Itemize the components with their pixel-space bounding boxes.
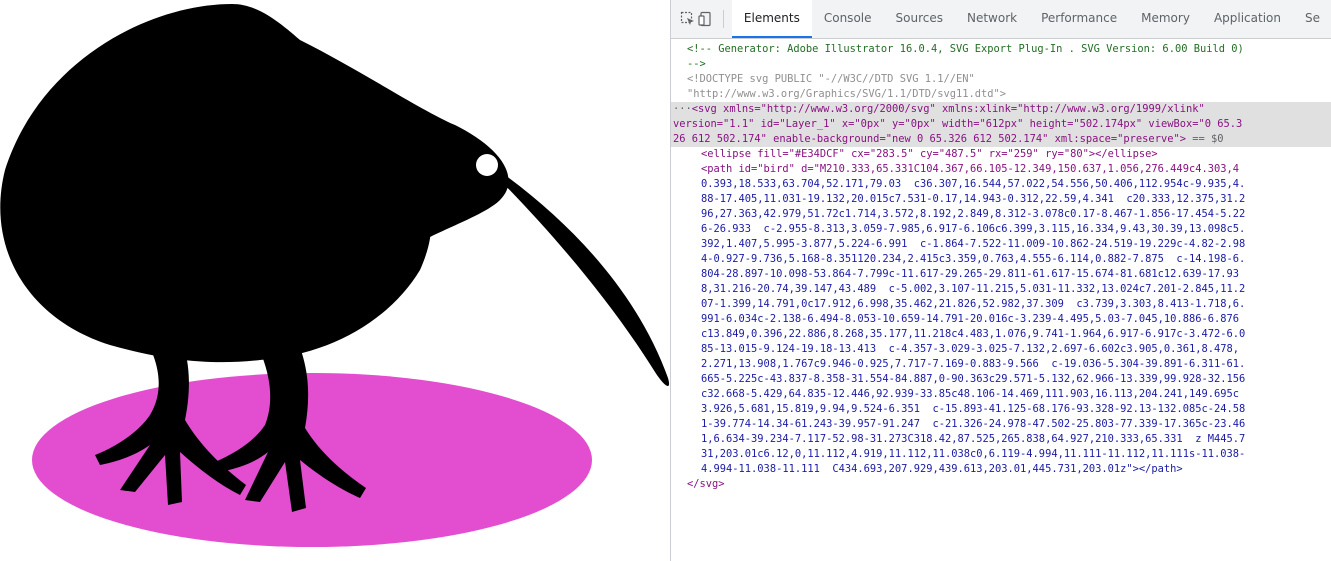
path-line: 3.926,5.681,15.819,9.94,9.524-6.351 c-15… [701,403,1246,415]
tab-network[interactable]: Network [955,0,1029,38]
tab-security-truncated[interactable]: Se [1293,0,1331,38]
dom-svg-close-tag[interactable]: </svg> [671,477,1331,492]
kiwi-body [0,4,432,363]
tab-memory[interactable]: Memory [1129,0,1202,38]
path-line: <path id="bird" d="M210.333,65.331C104.3… [701,163,1239,175]
dom-svg-node-selected[interactable]: ···<svg xmlns="http://www.w3.org/2000/sv… [671,102,1331,147]
dom-path-node[interactable]: <path id="bird" d="M210.333,65.331C104.3… [671,162,1331,477]
svg-preview-pane [0,0,670,561]
dom-ellipse-node[interactable]: <ellipse fill="#E34DCF" cx="283.5" cy="4… [671,147,1331,162]
path-line: c13.849,0.396,22.886,8.268,35.177,11.218… [701,328,1246,340]
device-toggle-icon[interactable] [697,0,715,38]
path-line: 1,6.634-39.234-7.117-52.98-31.273C318.42… [701,433,1246,445]
path-line: 85-13.015-9.124-19.18-13.413 c-4.357-3.0… [701,343,1239,355]
path-line: 88-17.405,11.031-19.132,20.015c7.531-0.1… [701,193,1246,205]
kiwi-bird-illustration [0,4,670,547]
dom-comment-line[interactable]: --> [671,57,1331,72]
path-line: 07-1.399,14.791,0c17.912,6.998,35.462,21… [701,298,1246,310]
path-line: c32.668-5.429,64.835-12.446,92.939-33.85… [701,388,1239,400]
path-line: 6-26.933 c-2.955-8.313,3.059-7.985,6.917… [701,223,1246,235]
inspect-element-icon[interactable] [679,0,697,38]
svg-open-tag-cont: 26 612 502.174" enable-background="new 0… [673,133,1186,145]
path-line: 31,203.01c6.12,0,11.112,4.919,11.112,11.… [701,448,1246,460]
ellipsis-icon[interactable]: ··· [673,103,692,115]
toolbar-divider [723,10,724,28]
path-line: 1-39.774-14.34-61.243-39.957-91.247 c-21… [701,418,1246,430]
path-line: 0.393,18.533,63.704,52.171,79.03 c36.307… [701,178,1246,190]
elements-dom-tree: <!-- Generator: Adobe Illustrator 16.0.4… [671,39,1331,492]
tab-performance[interactable]: Performance [1029,0,1129,38]
selected-node-marker: == $0 [1192,133,1224,145]
tab-console[interactable]: Console [812,0,884,38]
tab-elements[interactable]: Elements [731,0,812,38]
path-line: 392,1.407,5.995-3.877,5.224-6.991 c-1.86… [701,238,1246,250]
path-line: 4.994-11.038-11.111 C434.693,207.929,439… [701,463,1183,475]
svg-open-tag-cont: version="1.1" id="Layer_1" x="0px" y="0p… [673,118,1243,130]
path-line: 991-6.034c-2.138-6.494-8.053-10.659-14.7… [701,313,1239,325]
path-line: 665-5.225c-43.837-8.358-31.554-84.887,0-… [701,373,1246,385]
path-line: 4-0.927-9.736,5.168-8.351120.234,2.415c3… [701,253,1246,265]
tab-sources[interactable]: Sources [884,0,955,38]
path-line: 804-28.897-10.098-53.864-7.799c-11.617-2… [701,268,1239,280]
kiwi-eye [476,154,498,176]
dom-doctype-line[interactable]: "http://www.w3.org/Graphics/SVG/1.1/DTD/… [671,87,1331,102]
path-line: 8,31.216-20.74,39.147,43.489 c-5.002,3.1… [701,283,1246,295]
tab-application[interactable]: Application [1202,0,1293,38]
kiwi-beak [490,170,670,386]
devtools-panel: Elements Console Sources Network Perform… [670,0,1331,561]
path-line: 2.271,13.908,1.767c9.946-0.925,7.717-7.1… [701,358,1246,370]
devtools-toolbar: Elements Console Sources Network Perform… [671,0,1331,39]
path-line: 96,27.363,42.979,51.72c1.714,3.572,8.192… [701,208,1246,220]
dom-comment-line[interactable]: <!-- Generator: Adobe Illustrator 16.0.4… [671,42,1331,57]
svg-open-tag: <svg xmlns="http://www.w3.org/2000/svg" … [691,103,1205,115]
dom-doctype-line[interactable]: <!DOCTYPE svg PUBLIC "-//W3C//DTD SVG 1.… [671,72,1331,87]
